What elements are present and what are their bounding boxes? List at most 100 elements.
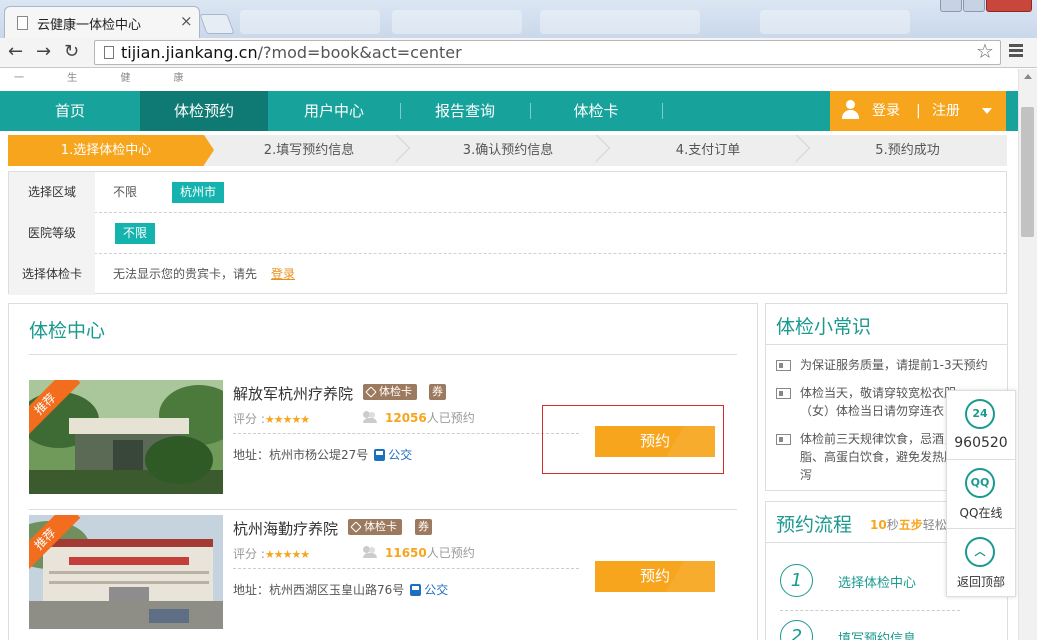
divider bbox=[766, 344, 1007, 345]
browser-tab-bar: 云健康一体检中心 × bbox=[0, 0, 1037, 38]
card-notice: 无法显示您的贵宾卡，请先 登录 bbox=[113, 267, 296, 281]
section-title: 体检中心 bbox=[29, 320, 106, 342]
bookmark-star-icon[interactable]: ☆ bbox=[976, 39, 994, 63]
back-arrow-icon[interactable]: ← bbox=[8, 42, 23, 62]
note-icon bbox=[776, 360, 791, 371]
scrollbar-thumb[interactable] bbox=[1021, 107, 1034, 237]
divider bbox=[780, 610, 960, 611]
rating: 评分 :★★★★★ bbox=[233, 547, 310, 561]
login-link[interactable]: 登录 bbox=[872, 91, 900, 131]
filter-panel: 选择区域 不限 杭州市 医院等级 不限 选择体检卡 无法显示您的贵宾卡，请先 登录 bbox=[8, 171, 1007, 295]
chevron-down-icon[interactable] bbox=[982, 108, 992, 114]
vertical-scrollbar[interactable] bbox=[1018, 69, 1037, 640]
center-photo[interactable]: 推荐 bbox=[29, 515, 223, 629]
bus-link[interactable]: 公交 bbox=[388, 448, 412, 462]
flow-step: 2 填写预约信息 bbox=[780, 620, 1000, 640]
page-icon bbox=[104, 46, 114, 59]
rating-stars: ★★★★★ bbox=[264, 548, 310, 561]
card-label: 选择体检卡 bbox=[9, 254, 95, 295]
flow-step-label: 填写预约信息 bbox=[838, 632, 917, 640]
step-5: 5.预约成功 bbox=[875, 143, 940, 158]
flow-subtitle: 10秒五步轻松 bbox=[870, 518, 947, 532]
tab-title: 云健康一体检中心 bbox=[37, 18, 142, 33]
center-address: 地址：杭州市杨公堤27号 公交 bbox=[233, 448, 413, 462]
chevron-up-icon: ︿ bbox=[965, 537, 995, 567]
step-arrow bbox=[204, 135, 214, 165]
background-tab[interactable] bbox=[240, 10, 380, 34]
window-close-button[interactable] bbox=[986, 0, 1032, 12]
coupon-tag: 券 bbox=[429, 384, 446, 400]
maximize-button[interactable] bbox=[963, 0, 985, 12]
note-icon bbox=[776, 388, 791, 399]
nav-divider bbox=[662, 103, 663, 119]
browser-tab-active[interactable]: 云健康一体检中心 × bbox=[4, 6, 200, 38]
booking-steps: 1.选择体检中心 2.填写预约信息 3.确认预约信息 4.支付订单 5.预约成功 bbox=[8, 135, 1007, 166]
main-nav: 首页 体检预约 用户中心 报告查询 体检卡 登录 | 注册 bbox=[0, 91, 1018, 131]
center-name[interactable]: 杭州海勤疗养院 bbox=[233, 518, 338, 539]
new-tab-button[interactable] bbox=[199, 14, 235, 34]
step-1: 1.选择体检中心 bbox=[8, 135, 204, 166]
nav-user-center[interactable]: 用户中心 bbox=[268, 91, 400, 131]
browser-toolbar: ← → ↻ tijian.jiankang.cn/?mod=book&act=c… bbox=[0, 38, 1037, 68]
back-to-top[interactable]: ︿ 返回顶部 bbox=[947, 529, 1015, 598]
booked-count: 11650人已预约 bbox=[385, 546, 475, 560]
user-icon bbox=[842, 100, 859, 120]
address-bar[interactable]: tijian.jiankang.cn/?mod=book&act=center bbox=[94, 40, 1001, 65]
scroll-up-arrow-icon[interactable] bbox=[1024, 74, 1032, 79]
login-register-box: 登录 | 注册 bbox=[830, 91, 1006, 131]
flow-step-number: 2 bbox=[780, 620, 813, 640]
back-to-top-label: 返回顶部 bbox=[956, 575, 1005, 589]
qq-service[interactable]: QQ QQ在线 bbox=[947, 460, 1015, 529]
flow-step-label: 选择体检中心 bbox=[838, 576, 917, 591]
filter-row-level: 医院等级 不限 bbox=[9, 213, 1006, 254]
browser-menu-icon[interactable] bbox=[1009, 44, 1023, 59]
background-tab[interactable] bbox=[540, 10, 700, 34]
page-content: 一 生 健 康 首页 体检预约 用户中心 报告查询 体检卡 登录 | 注册 1.… bbox=[0, 69, 1018, 640]
note-icon bbox=[776, 434, 791, 445]
card-tag: 体检卡 bbox=[348, 519, 402, 535]
background-tab[interactable] bbox=[760, 10, 910, 34]
region-any-option[interactable]: 不限 bbox=[105, 182, 145, 203]
rating: 评分 :★★★★★ bbox=[233, 412, 310, 426]
login-divider: | bbox=[916, 103, 921, 119]
nav-report-query[interactable]: 报告查询 bbox=[400, 91, 530, 131]
url-text[interactable]: tijian.jiankang.cn/?mod=book&act=center bbox=[121, 43, 462, 62]
coupon-tag: 券 bbox=[415, 519, 432, 535]
floating-service-bar: 24 960520 QQ QQ在线 ︿ 返回顶部 bbox=[946, 390, 1016, 597]
phone-service[interactable]: 24 960520 bbox=[947, 391, 1015, 460]
divider bbox=[29, 354, 737, 355]
filter-row-region: 选择区域 不限 杭州市 bbox=[9, 172, 1006, 213]
nav-checkup-card[interactable]: 体检卡 bbox=[530, 91, 662, 131]
center-name[interactable]: 解放军杭州疗养院 bbox=[233, 383, 353, 404]
region-city-option[interactable]: 杭州市 bbox=[172, 182, 225, 203]
nav-booking[interactable]: 体检预约 bbox=[140, 91, 268, 131]
list-item: 推荐 杭州海勤疗养院 体检卡 券 评分 :★★★★★ 11650人已预约 地址：… bbox=[29, 515, 737, 640]
step-4: 4.支付订单 bbox=[675, 143, 741, 158]
divider bbox=[233, 568, 579, 569]
step-3: 3.确认预约信息 bbox=[462, 143, 554, 158]
tab-close-icon[interactable]: × bbox=[180, 12, 193, 30]
filter-row-card: 选择体检卡 无法显示您的贵宾卡，请先 登录 bbox=[9, 254, 1006, 295]
level-any-option[interactable]: 不限 bbox=[115, 223, 156, 244]
people-icon bbox=[363, 411, 379, 423]
forward-arrow-icon[interactable]: → bbox=[36, 42, 51, 62]
book-button[interactable]: 预约 bbox=[595, 561, 715, 592]
center-photo[interactable]: 推荐 bbox=[29, 380, 223, 494]
page-icon bbox=[17, 16, 28, 30]
card-tag: 体检卡 bbox=[363, 384, 417, 400]
reload-icon[interactable]: ↻ bbox=[64, 42, 79, 62]
qq-icon: QQ bbox=[965, 468, 995, 498]
card-login-link[interactable]: 登录 bbox=[271, 267, 295, 281]
center-address: 地址：杭州西湖区玉皇山路76号 公交 bbox=[233, 583, 449, 597]
flow-step-number: 1 bbox=[780, 564, 813, 597]
nav-home[interactable]: 首页 bbox=[0, 91, 140, 131]
flow-title: 预约流程 bbox=[776, 514, 853, 536]
highlight-box bbox=[542, 405, 724, 474]
region-label: 选择区域 bbox=[9, 172, 95, 213]
bus-icon bbox=[410, 584, 422, 596]
background-tab[interactable] bbox=[392, 10, 522, 34]
bus-link[interactable]: 公交 bbox=[424, 583, 448, 597]
qq-label: QQ在线 bbox=[959, 506, 1003, 520]
register-link[interactable]: 注册 bbox=[932, 91, 960, 131]
minimize-button[interactable] bbox=[940, 0, 962, 12]
